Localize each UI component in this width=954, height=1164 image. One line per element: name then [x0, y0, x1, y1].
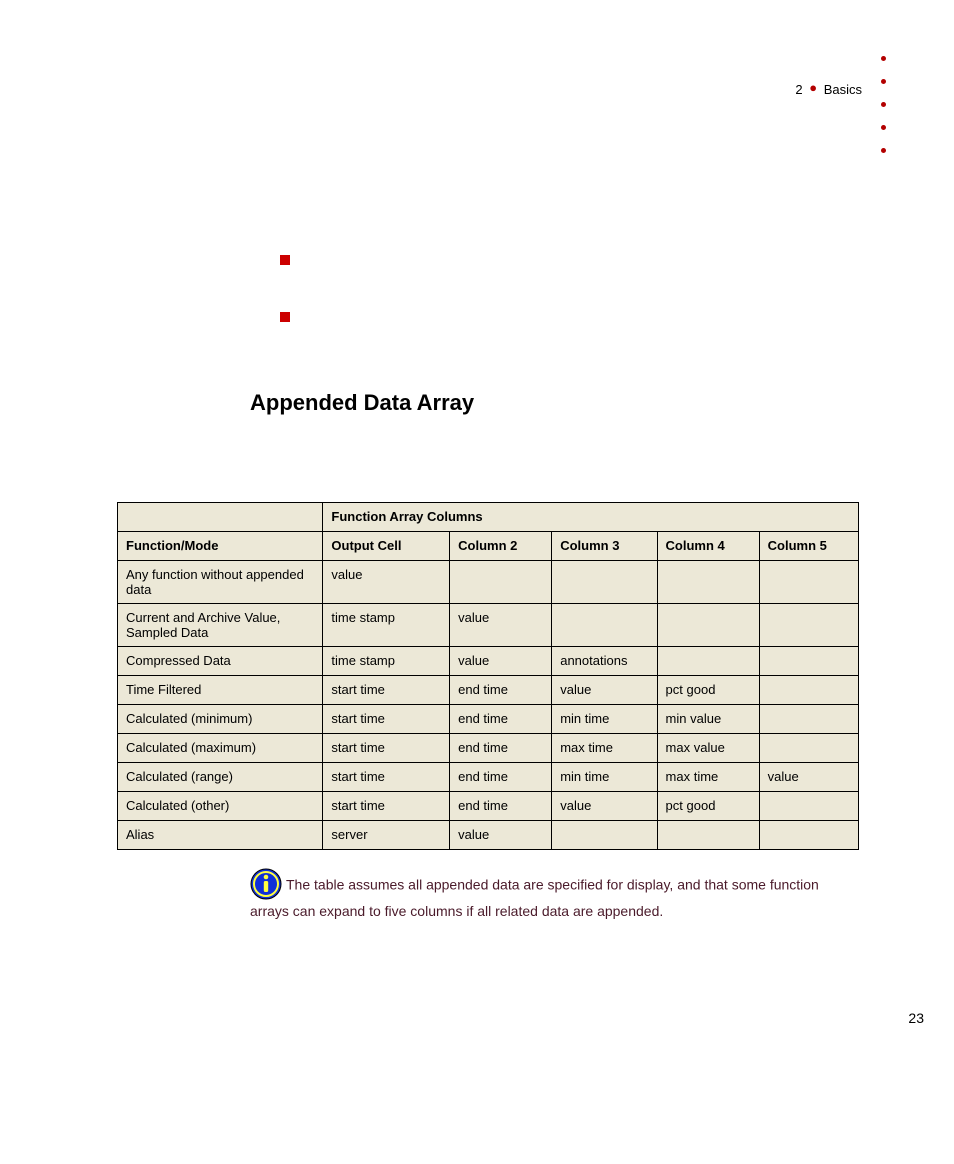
table-row: Time Filtered start time end time value …	[118, 676, 859, 705]
table-header: Column 5	[759, 532, 858, 561]
table-row: Calculated (other) start time end time v…	[118, 792, 859, 821]
table-cell	[552, 821, 657, 850]
table-header: Output Cell	[323, 532, 450, 561]
table-cell: Alias	[118, 821, 323, 850]
table-cell: value	[450, 647, 552, 676]
table-cell: start time	[323, 676, 450, 705]
table-header: Column 3	[552, 532, 657, 561]
table-cell	[759, 792, 858, 821]
table-cell: value	[450, 821, 552, 850]
table-cell: end time	[450, 763, 552, 792]
table-row: Calculated (maximum) start time end time…	[118, 734, 859, 763]
table-cell	[759, 647, 858, 676]
table-cell	[552, 561, 657, 604]
table-cell: Any function without appended data	[118, 561, 323, 604]
table-cell: min value	[657, 705, 759, 734]
table-cell: start time	[323, 705, 450, 734]
table-cell: Compressed Data	[118, 647, 323, 676]
table-cell: max value	[657, 734, 759, 763]
table-cell: annotations	[552, 647, 657, 676]
table-cell: Calculated (maximum)	[118, 734, 323, 763]
table-cell	[657, 561, 759, 604]
chapter-number: 2	[795, 82, 802, 97]
table-cell	[657, 647, 759, 676]
running-header: 2 ● Basics	[795, 82, 862, 97]
square-bullet-icon	[280, 312, 290, 322]
info-icon	[250, 868, 282, 900]
table-cell: value	[552, 792, 657, 821]
table-cell: max time	[657, 763, 759, 792]
table-cell: end time	[450, 792, 552, 821]
table-cell	[657, 821, 759, 850]
table-header: Column 4	[657, 532, 759, 561]
table-cell: start time	[323, 734, 450, 763]
table-cell	[759, 604, 858, 647]
appended-data-table: Function Array Columns Function/Mode Out…	[117, 502, 859, 850]
table-cell: start time	[323, 792, 450, 821]
table-row: Calculated (range) start time end time m…	[118, 763, 859, 792]
table-row: Calculated (minimum) start time end time…	[118, 705, 859, 734]
table-row: Current and Archive Value, Sampled Data …	[118, 604, 859, 647]
page-number: 23	[908, 1010, 924, 1026]
info-note: The table assumes all appended data are …	[250, 870, 860, 922]
table-cell: time stamp	[323, 604, 450, 647]
table-cell	[759, 734, 858, 763]
table-row: Any function without appended data value	[118, 561, 859, 604]
table-cell: min time	[552, 705, 657, 734]
table-cell: start time	[323, 763, 450, 792]
table-cell: pct good	[657, 676, 759, 705]
table-cell: Calculated (minimum)	[118, 705, 323, 734]
table-header-row: Function/Mode Output Cell Column 2 Colum…	[118, 532, 859, 561]
table-cell: Calculated (other)	[118, 792, 323, 821]
table-cell: time stamp	[323, 647, 450, 676]
note-text: The table assumes all appended data are …	[250, 877, 819, 919]
table-cell	[759, 705, 858, 734]
table-cell: end time	[450, 676, 552, 705]
table-header: Function/Mode	[118, 532, 323, 561]
table-header-group: Function Array Columns	[323, 503, 859, 532]
table-header-empty	[118, 503, 323, 532]
table-cell	[759, 821, 858, 850]
table-cell	[552, 604, 657, 647]
table-cell: min time	[552, 763, 657, 792]
table-cell: max time	[552, 734, 657, 763]
table-cell: pct good	[657, 792, 759, 821]
table-cell	[657, 604, 759, 647]
bullet-separator-icon: ●	[806, 80, 820, 95]
table-cell: value	[552, 676, 657, 705]
vertical-dots-icon	[881, 56, 886, 171]
square-bullet-icon	[280, 255, 290, 265]
table-row: Compressed Data time stamp value annotat…	[118, 647, 859, 676]
table-cell	[759, 676, 858, 705]
table-cell: Calculated (range)	[118, 763, 323, 792]
table-cell	[759, 561, 858, 604]
table-cell: Time Filtered	[118, 676, 323, 705]
table-row: Alias server value	[118, 821, 859, 850]
list-bullets	[280, 255, 290, 369]
table-cell	[450, 561, 552, 604]
table-header: Column 2	[450, 532, 552, 561]
section-heading: Appended Data Array	[250, 390, 474, 416]
table-cell: server	[323, 821, 450, 850]
table-cell: value	[323, 561, 450, 604]
table-cell: value	[759, 763, 858, 792]
chapter-title: Basics	[824, 82, 862, 97]
table-cell: Current and Archive Value, Sampled Data	[118, 604, 323, 647]
table-cell: end time	[450, 734, 552, 763]
table-cell: value	[450, 604, 552, 647]
table-cell: end time	[450, 705, 552, 734]
